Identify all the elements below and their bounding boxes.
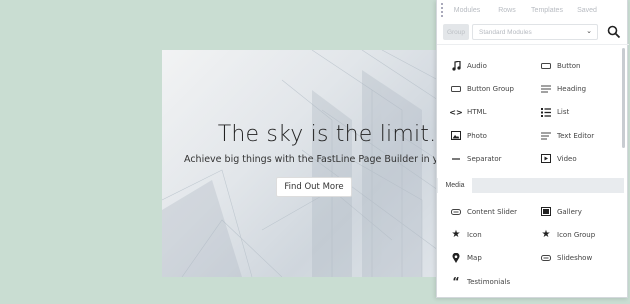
basic-modules-grid: Audio Button Button Group Heading <> HTM…: [437, 54, 617, 170]
tab-rows[interactable]: Rows: [487, 7, 527, 14]
module-gallery[interactable]: Gallery: [527, 200, 617, 223]
module-label: Content Slider: [467, 207, 518, 216]
module-photo[interactable]: Photo: [437, 124, 527, 147]
slider-icon: [451, 207, 461, 217]
separator-icon: [451, 154, 461, 164]
star-icon: ★: [451, 229, 461, 241]
module-type-value: Standard Modules: [479, 28, 532, 36]
divider: [437, 44, 629, 45]
module-content-slider[interactable]: Content Slider: [437, 200, 527, 223]
find-out-more-button[interactable]: Find Out More: [276, 177, 352, 197]
text-editor-icon: [541, 131, 551, 141]
slideshow-icon: [541, 253, 551, 263]
module-label: Testimonials: [467, 277, 511, 286]
module-map[interactable]: Map: [437, 247, 527, 270]
modules-panel: Modules Rows Templates Saved Group Stand…: [436, 0, 629, 298]
tab-saved[interactable]: Saved: [567, 7, 607, 14]
media-section-header: Media: [437, 178, 624, 193]
module-label: Video: [557, 154, 577, 163]
search-icon[interactable]: [607, 25, 621, 39]
module-heading[interactable]: Heading: [527, 77, 617, 100]
code-icon: <>: [449, 107, 463, 117]
quote-icon: “: [452, 275, 460, 289]
module-separator[interactable]: Separator: [437, 147, 527, 170]
module-label: Button Group: [467, 84, 514, 93]
tab-modules[interactable]: Modules: [447, 7, 487, 14]
hero-section: The sky is the limit. Achieve big things…: [162, 50, 438, 277]
group-selector[interactable]: Group: [443, 24, 469, 40]
hero-title: The sky is the limit.: [217, 122, 437, 147]
module-label: Icon: [467, 230, 482, 239]
star-icon: ★: [541, 229, 551, 241]
map-pin-icon: [451, 253, 461, 264]
tab-templates[interactable]: Templates: [527, 7, 567, 14]
module-label: Audio: [467, 61, 487, 70]
photo-icon: [451, 131, 461, 141]
button-icon: [541, 61, 551, 71]
heading-icon: [541, 84, 551, 94]
module-button-group[interactable]: Button Group: [437, 77, 527, 100]
button-group-icon: [451, 84, 461, 94]
module-label: HTML: [467, 108, 487, 117]
module-label: Icon Group: [557, 230, 596, 239]
module-list[interactable]: List: [527, 101, 617, 124]
video-icon: [541, 154, 551, 164]
module-type-select[interactable]: Standard Modules ⌄: [472, 24, 598, 40]
module-label: Button: [557, 61, 581, 70]
module-testimonials[interactable]: “ Testimonials: [437, 270, 527, 293]
drag-handle[interactable]: [441, 3, 443, 17]
media-modules-grid: Content Slider Gallery ★ Icon ★ Icon Gro…: [437, 200, 617, 293]
module-html[interactable]: <> HTML: [437, 101, 527, 124]
panel-scrollbar[interactable]: [622, 48, 625, 148]
module-label: Gallery: [557, 207, 582, 216]
module-label: Photo: [467, 131, 487, 140]
module-slideshow[interactable]: Slideshow: [527, 247, 617, 270]
module-label: List: [557, 108, 570, 117]
module-text-editor[interactable]: Text Editor: [527, 124, 617, 147]
module-icon[interactable]: ★ Icon: [437, 223, 527, 246]
module-label: Map: [467, 254, 482, 263]
list-icon: [541, 107, 551, 117]
chevron-down-icon: ⌄: [586, 28, 592, 35]
module-video[interactable]: Video: [527, 147, 617, 170]
music-note-icon: [451, 60, 461, 71]
module-label: Slideshow: [557, 254, 593, 263]
gallery-icon: [541, 207, 551, 217]
panel-tabs: Modules Rows Templates Saved: [447, 7, 607, 14]
module-icon-group[interactable]: ★ Icon Group: [527, 223, 617, 246]
module-label: Separator: [467, 154, 502, 163]
module-label: Heading: [557, 84, 587, 93]
module-label: Text Editor: [557, 131, 595, 140]
module-button[interactable]: Button: [527, 54, 617, 77]
media-section-label[interactable]: Media: [438, 178, 472, 193]
module-audio[interactable]: Audio: [437, 54, 527, 77]
hero-subtitle: Achieve big things with the FastLine Pag…: [184, 154, 438, 165]
